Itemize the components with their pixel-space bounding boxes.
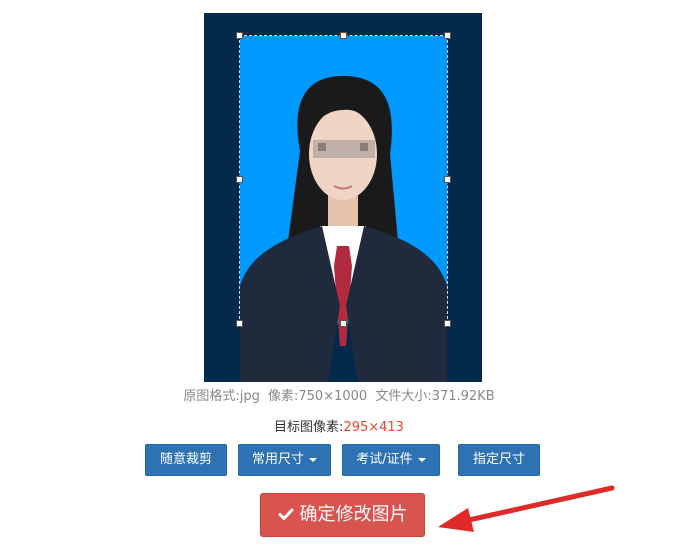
check-icon (278, 508, 293, 520)
exam-cert-label: 考试/证件 (356, 452, 413, 467)
image-pixels: 像素:750×1000 (268, 389, 368, 404)
crop-handle-top[interactable] (340, 32, 347, 39)
image-filesize: 文件大小:371.92KB (375, 389, 495, 404)
confirm-label: 确定修改图片 (299, 504, 408, 525)
crop-handle-top-right[interactable] (444, 32, 451, 39)
custom-size-label: 指定尺寸 (472, 452, 525, 467)
image-format: 原图格式:jpg (183, 389, 260, 404)
free-crop-button[interactable]: 随意裁剪 (145, 444, 227, 476)
target-pixels: 目标图像素:295×413 (0, 416, 678, 435)
target-value: 295×413 (343, 420, 404, 435)
common-size-label: 常用尺寸 (251, 452, 304, 467)
free-crop-label: 随意裁剪 (159, 452, 212, 467)
caret-down-icon (417, 457, 426, 462)
photo-editor: 原图格式:jpg 像素:750×1000 文件大小:371.92KB 目标图像素… (0, 0, 678, 547)
crop-handle-bottom[interactable] (340, 320, 347, 327)
exam-cert-dropdown[interactable]: 考试/证件 (342, 444, 440, 476)
caret-down-icon (309, 457, 317, 462)
photo-preview (204, 13, 482, 382)
crop-box[interactable] (236, 32, 451, 382)
crop-handle-left[interactable] (236, 176, 243, 183)
crop-handle-right[interactable] (444, 176, 451, 183)
common-size-dropdown[interactable]: 常用尺寸 (238, 444, 331, 476)
target-label: 目标图像素: (274, 420, 344, 435)
person-figure (240, 76, 447, 382)
crop-handle-bottom-left[interactable] (236, 320, 243, 327)
crop-handle-top-left[interactable] (236, 32, 243, 39)
confirm-modify-button[interactable]: 确定修改图片 (260, 493, 425, 537)
crop-handle-bottom-right[interactable] (444, 320, 451, 327)
custom-size-button[interactable]: 指定尺寸 (458, 444, 540, 476)
red-arrow-icon (438, 485, 615, 532)
image-info: 原图格式:jpg 像素:750×1000 文件大小:371.92KB (0, 385, 678, 404)
